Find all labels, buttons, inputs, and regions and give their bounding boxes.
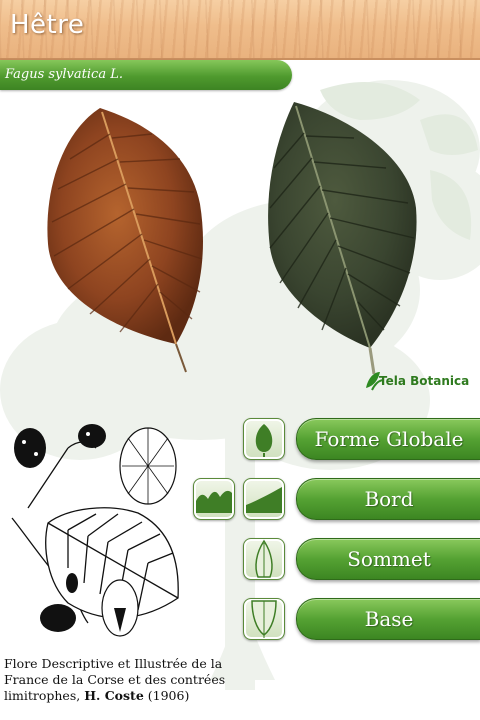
reference-caption: Flore Descriptive et Illustrée de la Fra… [4, 656, 244, 704]
leaf-edge-smooth-icon [246, 487, 282, 513]
species-name: Fagus sylvatica L. [5, 67, 123, 82]
caption-year: (1906) [147, 688, 190, 703]
page-title: Hêtre [10, 10, 85, 40]
bord-button[interactable]: Bord [296, 478, 480, 520]
leaf-edge-wavy-button[interactable] [193, 478, 235, 520]
green-leaf-photo [268, 102, 417, 375]
leaf-tip-button[interactable] [243, 538, 285, 580]
app-header: Hêtre [0, 0, 480, 60]
base-button[interactable]: Base [296, 598, 480, 640]
leaf-tip-icon [255, 539, 273, 578]
leaf-base-icon [251, 600, 277, 638]
sommet-button[interactable]: Sommet [296, 538, 480, 580]
tela-botanica-logo-text: Tela Botanica [379, 374, 470, 388]
forme-globale-button[interactable]: Forme Globale [296, 418, 480, 460]
leaf-edge-smooth-button[interactable] [243, 478, 285, 520]
caption-author: H. Coste [84, 688, 144, 703]
leaf-shape-icon [255, 424, 273, 457]
botanical-drawing [11, 424, 179, 637]
leaf-shape-icon-button[interactable] [243, 418, 285, 460]
species-banner: Fagus sylvatica L. [0, 60, 292, 90]
leaf-base-button[interactable] [243, 598, 285, 640]
leaf-edge-wavy-icon [196, 490, 232, 513]
brown-leaf-photo [47, 108, 203, 373]
